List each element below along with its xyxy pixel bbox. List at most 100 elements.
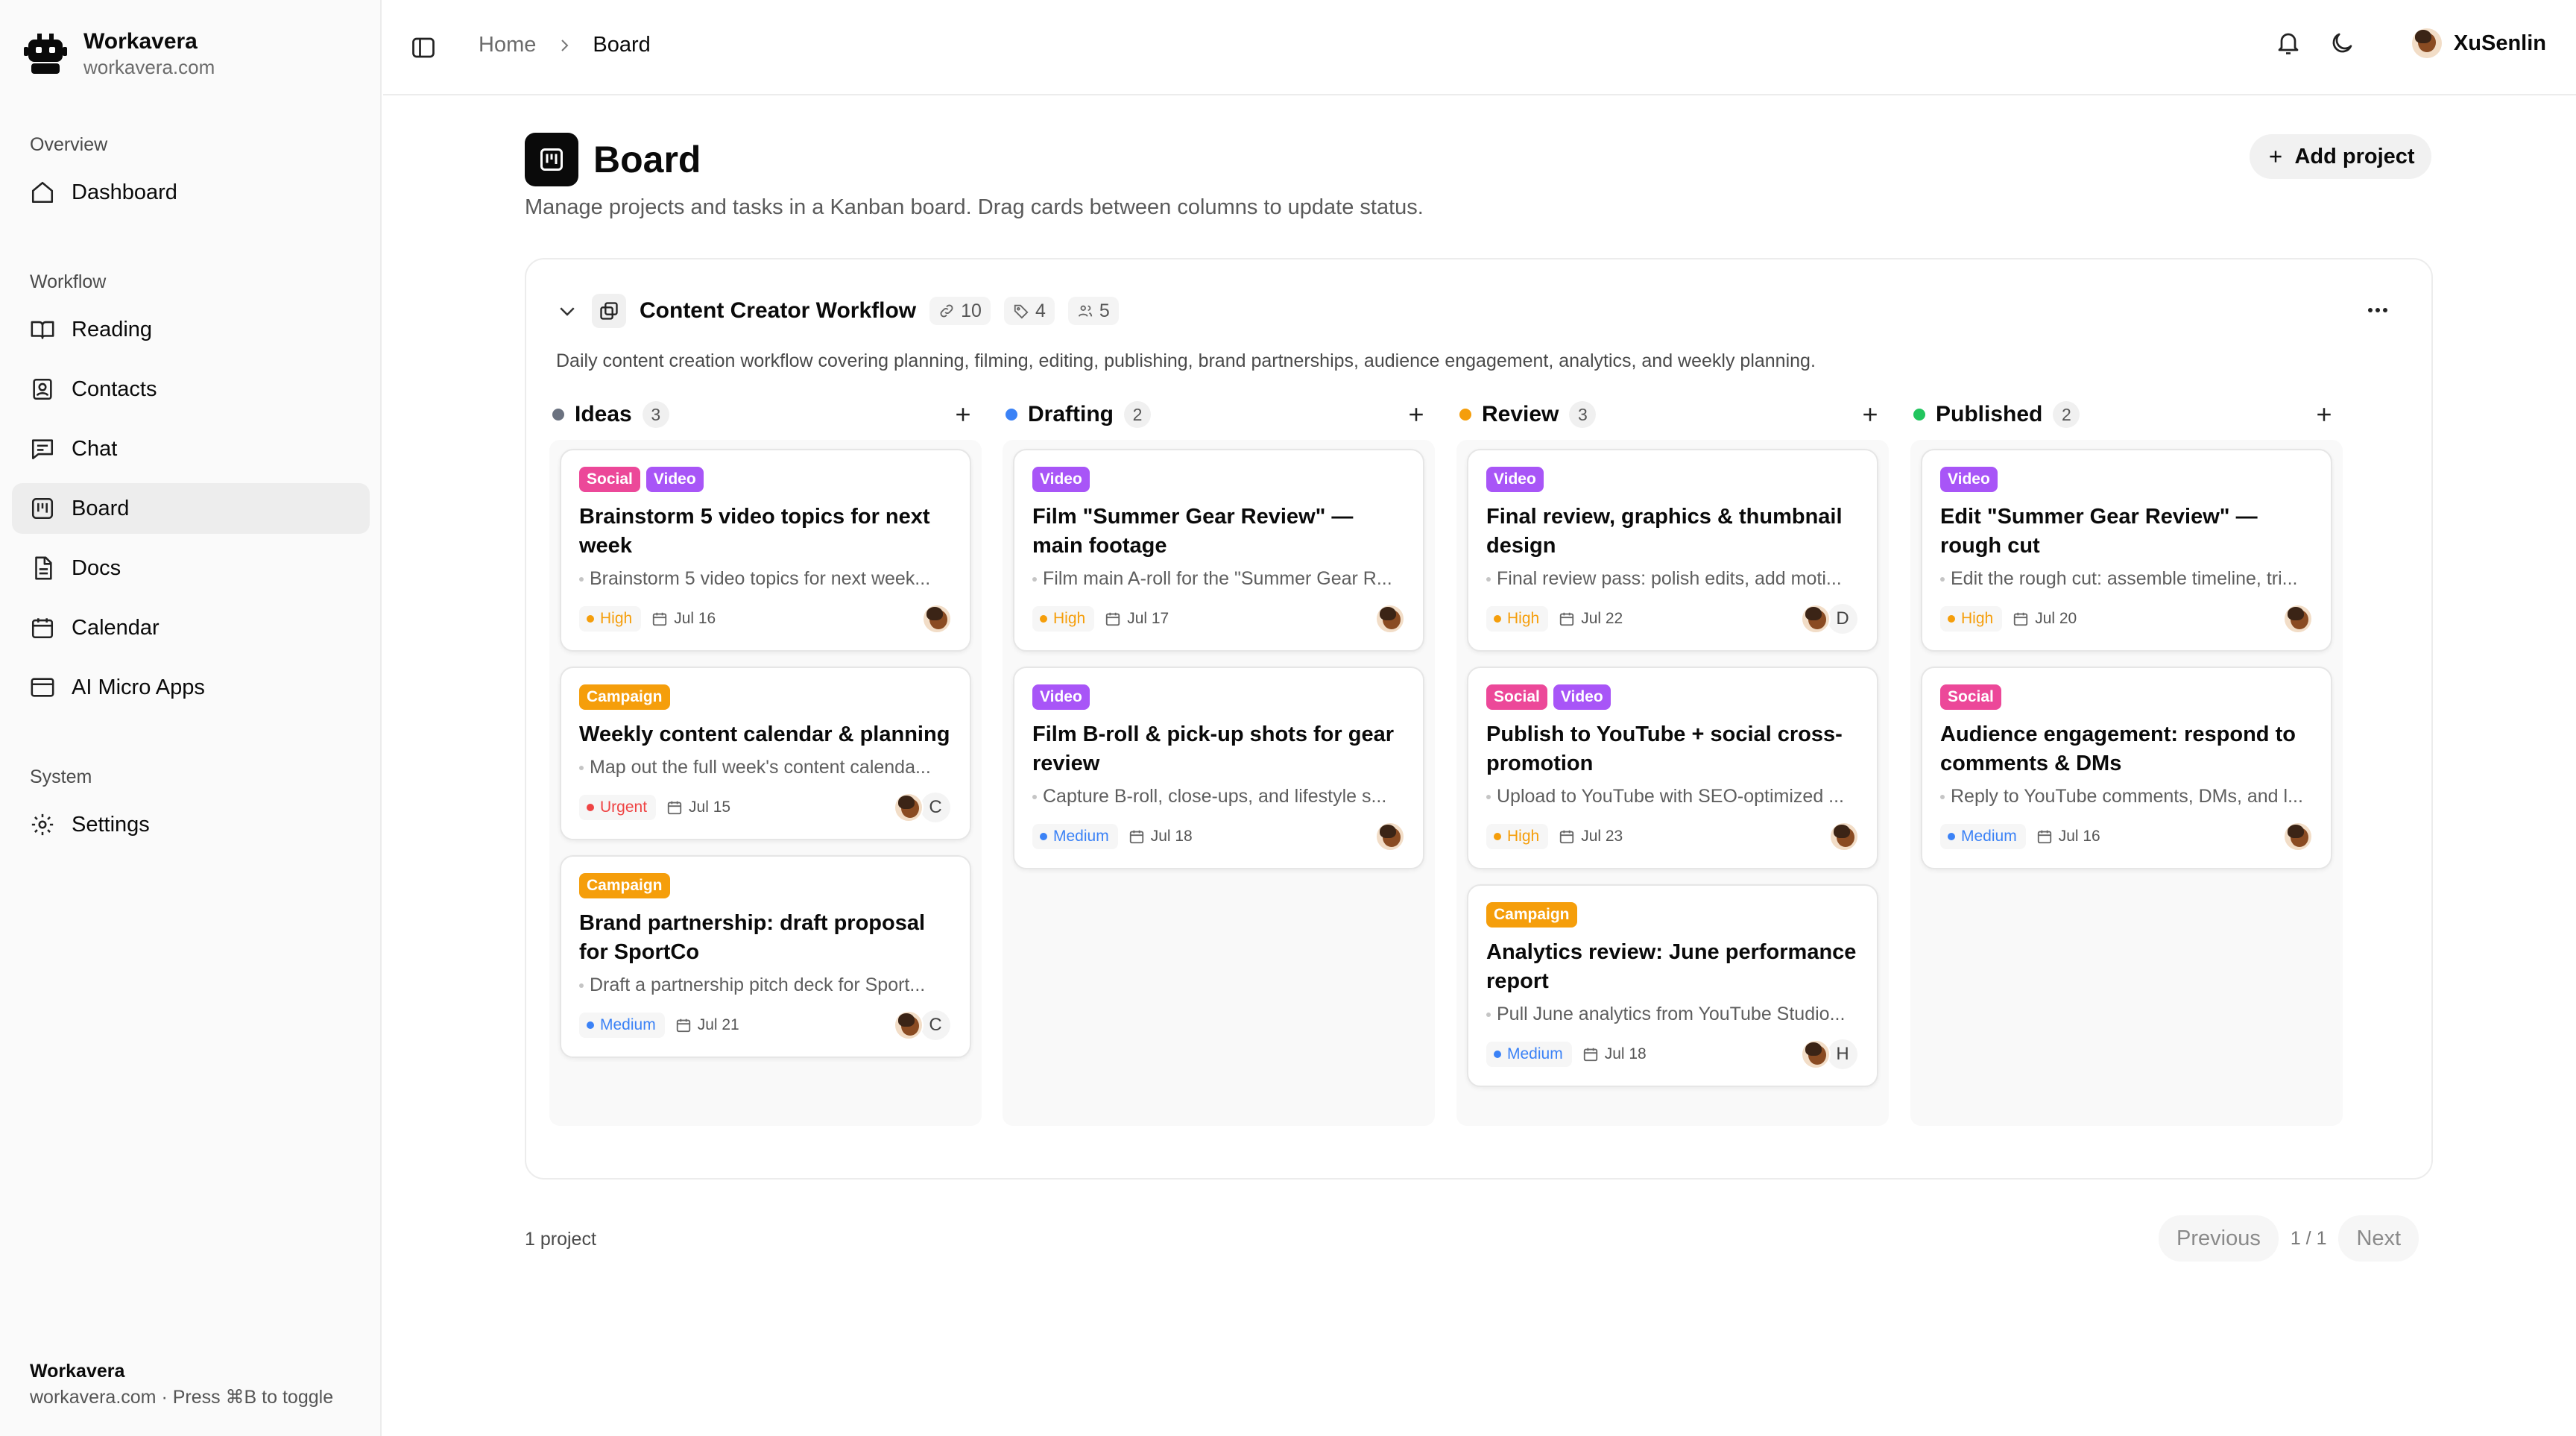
project-description: Daily content creation workflow covering… [556, 350, 1816, 371]
sidebar-item-reading[interactable]: Reading [12, 304, 370, 355]
sidebar-item-chat[interactable]: Chat [12, 423, 370, 474]
users-icon [1078, 305, 1093, 317]
more-options-icon[interactable] [2363, 301, 2393, 319]
card-footer: Medium Jul 18 [1032, 822, 1405, 851]
sidebar-item-label: Calendar [72, 615, 160, 640]
card-tags: Social Video [579, 467, 952, 492]
gear-icon [31, 813, 54, 836]
column-body: Video Final review, graphics & thumbnail … [1456, 440, 1889, 1126]
calendar-icon [1106, 612, 1120, 626]
plus-icon[interactable] [1405, 403, 1427, 426]
avatar [922, 604, 952, 634]
previous-button[interactable]: Previous [2159, 1215, 2279, 1262]
priority-badge: Medium [579, 1013, 665, 1038]
plus-icon[interactable] [1859, 403, 1881, 426]
task-card[interactable]: Social Video Brainstorm 5 video topics for… [560, 449, 971, 652]
nav-group-title: Overview [30, 134, 108, 155]
task-card[interactable]: Campaign Weekly content calendar & planni… [560, 667, 971, 840]
sidebar-item-ai-micro-apps[interactable]: AI Micro Apps [12, 662, 370, 713]
task-card[interactable]: Video Film "Summer Gear Review" — main fo… [1013, 449, 1424, 652]
kanban-column: Ideas 3 Social Video Brainstorm 5 video topi… [549, 394, 982, 1126]
brand-domain: workavera.com [83, 56, 215, 78]
home-icon [31, 181, 54, 204]
card-footer: High Jul 22 D [1486, 602, 1859, 635]
column-count: 3 [1569, 401, 1597, 428]
column-status-dot [1006, 409, 1017, 421]
avatar [1375, 822, 1405, 851]
calendar-icon [2037, 830, 2051, 844]
project-name[interactable]: Content Creator Workflow [640, 298, 916, 324]
avatar [2283, 822, 2313, 851]
sidebar-item-label: Board [72, 496, 130, 520]
card-description: Map out the full week's content calenda.… [579, 755, 952, 779]
page-indicator: 1 / 1 [2290, 1227, 2327, 1249]
chat-icon [31, 439, 54, 460]
column-title: Published [1936, 402, 2043, 426]
column-body: Video Edit "Summer Gear Review" — rough c… [1910, 440, 2343, 1126]
priority-dot [1494, 1051, 1501, 1058]
sidebar-item-board[interactable]: Board [12, 483, 370, 534]
plus-icon[interactable] [952, 403, 974, 426]
user-menu[interactable]: XuSenlin [2411, 28, 2546, 58]
chevron-down-icon[interactable] [556, 300, 578, 322]
column-body: Social Video Brainstorm 5 video topics for… [549, 440, 982, 1126]
column-count: 2 [1124, 401, 1151, 428]
sidebar-toggle-icon[interactable] [410, 34, 437, 61]
task-card[interactable]: Campaign Analytics review: June performan… [1467, 884, 1878, 1087]
plus-icon [2270, 151, 2282, 163]
links-count: 10 [961, 300, 982, 321]
sidebar-item-dashboard[interactable]: Dashboard [12, 167, 370, 218]
nav-group-title: Workflow [30, 271, 107, 292]
column-header: Published 2 [1910, 394, 2343, 435]
card-footer: Urgent Jul 15 C [579, 791, 952, 824]
assignee-initial: H [1826, 1038, 1859, 1071]
link-icon [940, 304, 953, 318]
tag-badge: Video [1032, 467, 1090, 492]
priority-badge: High [1940, 606, 2003, 632]
card-description: Reply to YouTube comments, DMs, and l... [1940, 784, 2313, 808]
add-project-label: Add project [2294, 144, 2415, 169]
tag-badge: Video [1032, 684, 1090, 710]
page-title: Board [593, 139, 701, 180]
due-date-label: Jul 23 [1581, 828, 1623, 845]
bell-icon[interactable] [2275, 30, 2302, 57]
priority-label: Urgent [600, 799, 648, 816]
tag-icon [1014, 304, 1029, 319]
brand[interactable]: Workavera workavera.com [22, 28, 215, 79]
avatar [894, 1010, 924, 1040]
task-card[interactable]: Campaign Brand partnership: draft proposa… [560, 855, 971, 1058]
contact-icon [33, 378, 52, 400]
task-card[interactable]: Video Final review, graphics & thumbnail … [1467, 449, 1878, 652]
plus-icon[interactable] [2313, 403, 2335, 426]
sidebar-item-settings[interactable]: Settings [12, 799, 370, 850]
due-date-label: Jul 18 [1150, 828, 1193, 845]
card-assignees [1375, 604, 1405, 634]
calendar-icon [676, 1018, 690, 1033]
card-title: Analytics review: June performance repor… [1486, 940, 1857, 993]
tag-badge: Video [1486, 467, 1544, 492]
card-tags: Video [1032, 467, 1405, 492]
card-assignees: H [1801, 1038, 1859, 1071]
card-title: Publish to YouTube + social cross-promot… [1486, 722, 1843, 775]
breadcrumb-home[interactable]: Home [479, 33, 536, 57]
card-tags: Video [1940, 467, 2313, 492]
tags-count-pill: 4 [1003, 297, 1055, 325]
card-tags: Social Video [1486, 684, 1859, 710]
sidebar-item-contacts[interactable]: Contacts [12, 364, 370, 415]
header-actions: XuSenlin [2275, 28, 2546, 58]
priority-label: Medium [1053, 828, 1109, 845]
project-icon [592, 294, 626, 328]
next-button[interactable]: Next [2338, 1215, 2419, 1262]
moon-icon[interactable] [2329, 30, 2355, 57]
task-card[interactable]: Social Video Publish to YouTube + social c… [1467, 667, 1878, 869]
members-count-pill: 5 [1067, 297, 1119, 325]
task-card[interactable]: Video Edit "Summer Gear Review" — rough c… [1921, 449, 2332, 652]
tags-count: 4 [1035, 300, 1046, 321]
task-card[interactable]: Video Film B-roll & pick-up shots for gea… [1013, 667, 1424, 869]
priority-dot [1948, 833, 1955, 840]
due-date: Jul 20 [2012, 610, 2077, 628]
sidebar-item-docs[interactable]: Docs [12, 543, 370, 593]
task-card[interactable]: Social Audience engagement: respond to co… [1921, 667, 2332, 869]
add-project-button[interactable]: Add project [2250, 134, 2431, 179]
sidebar-item-calendar[interactable]: Calendar [12, 602, 370, 653]
